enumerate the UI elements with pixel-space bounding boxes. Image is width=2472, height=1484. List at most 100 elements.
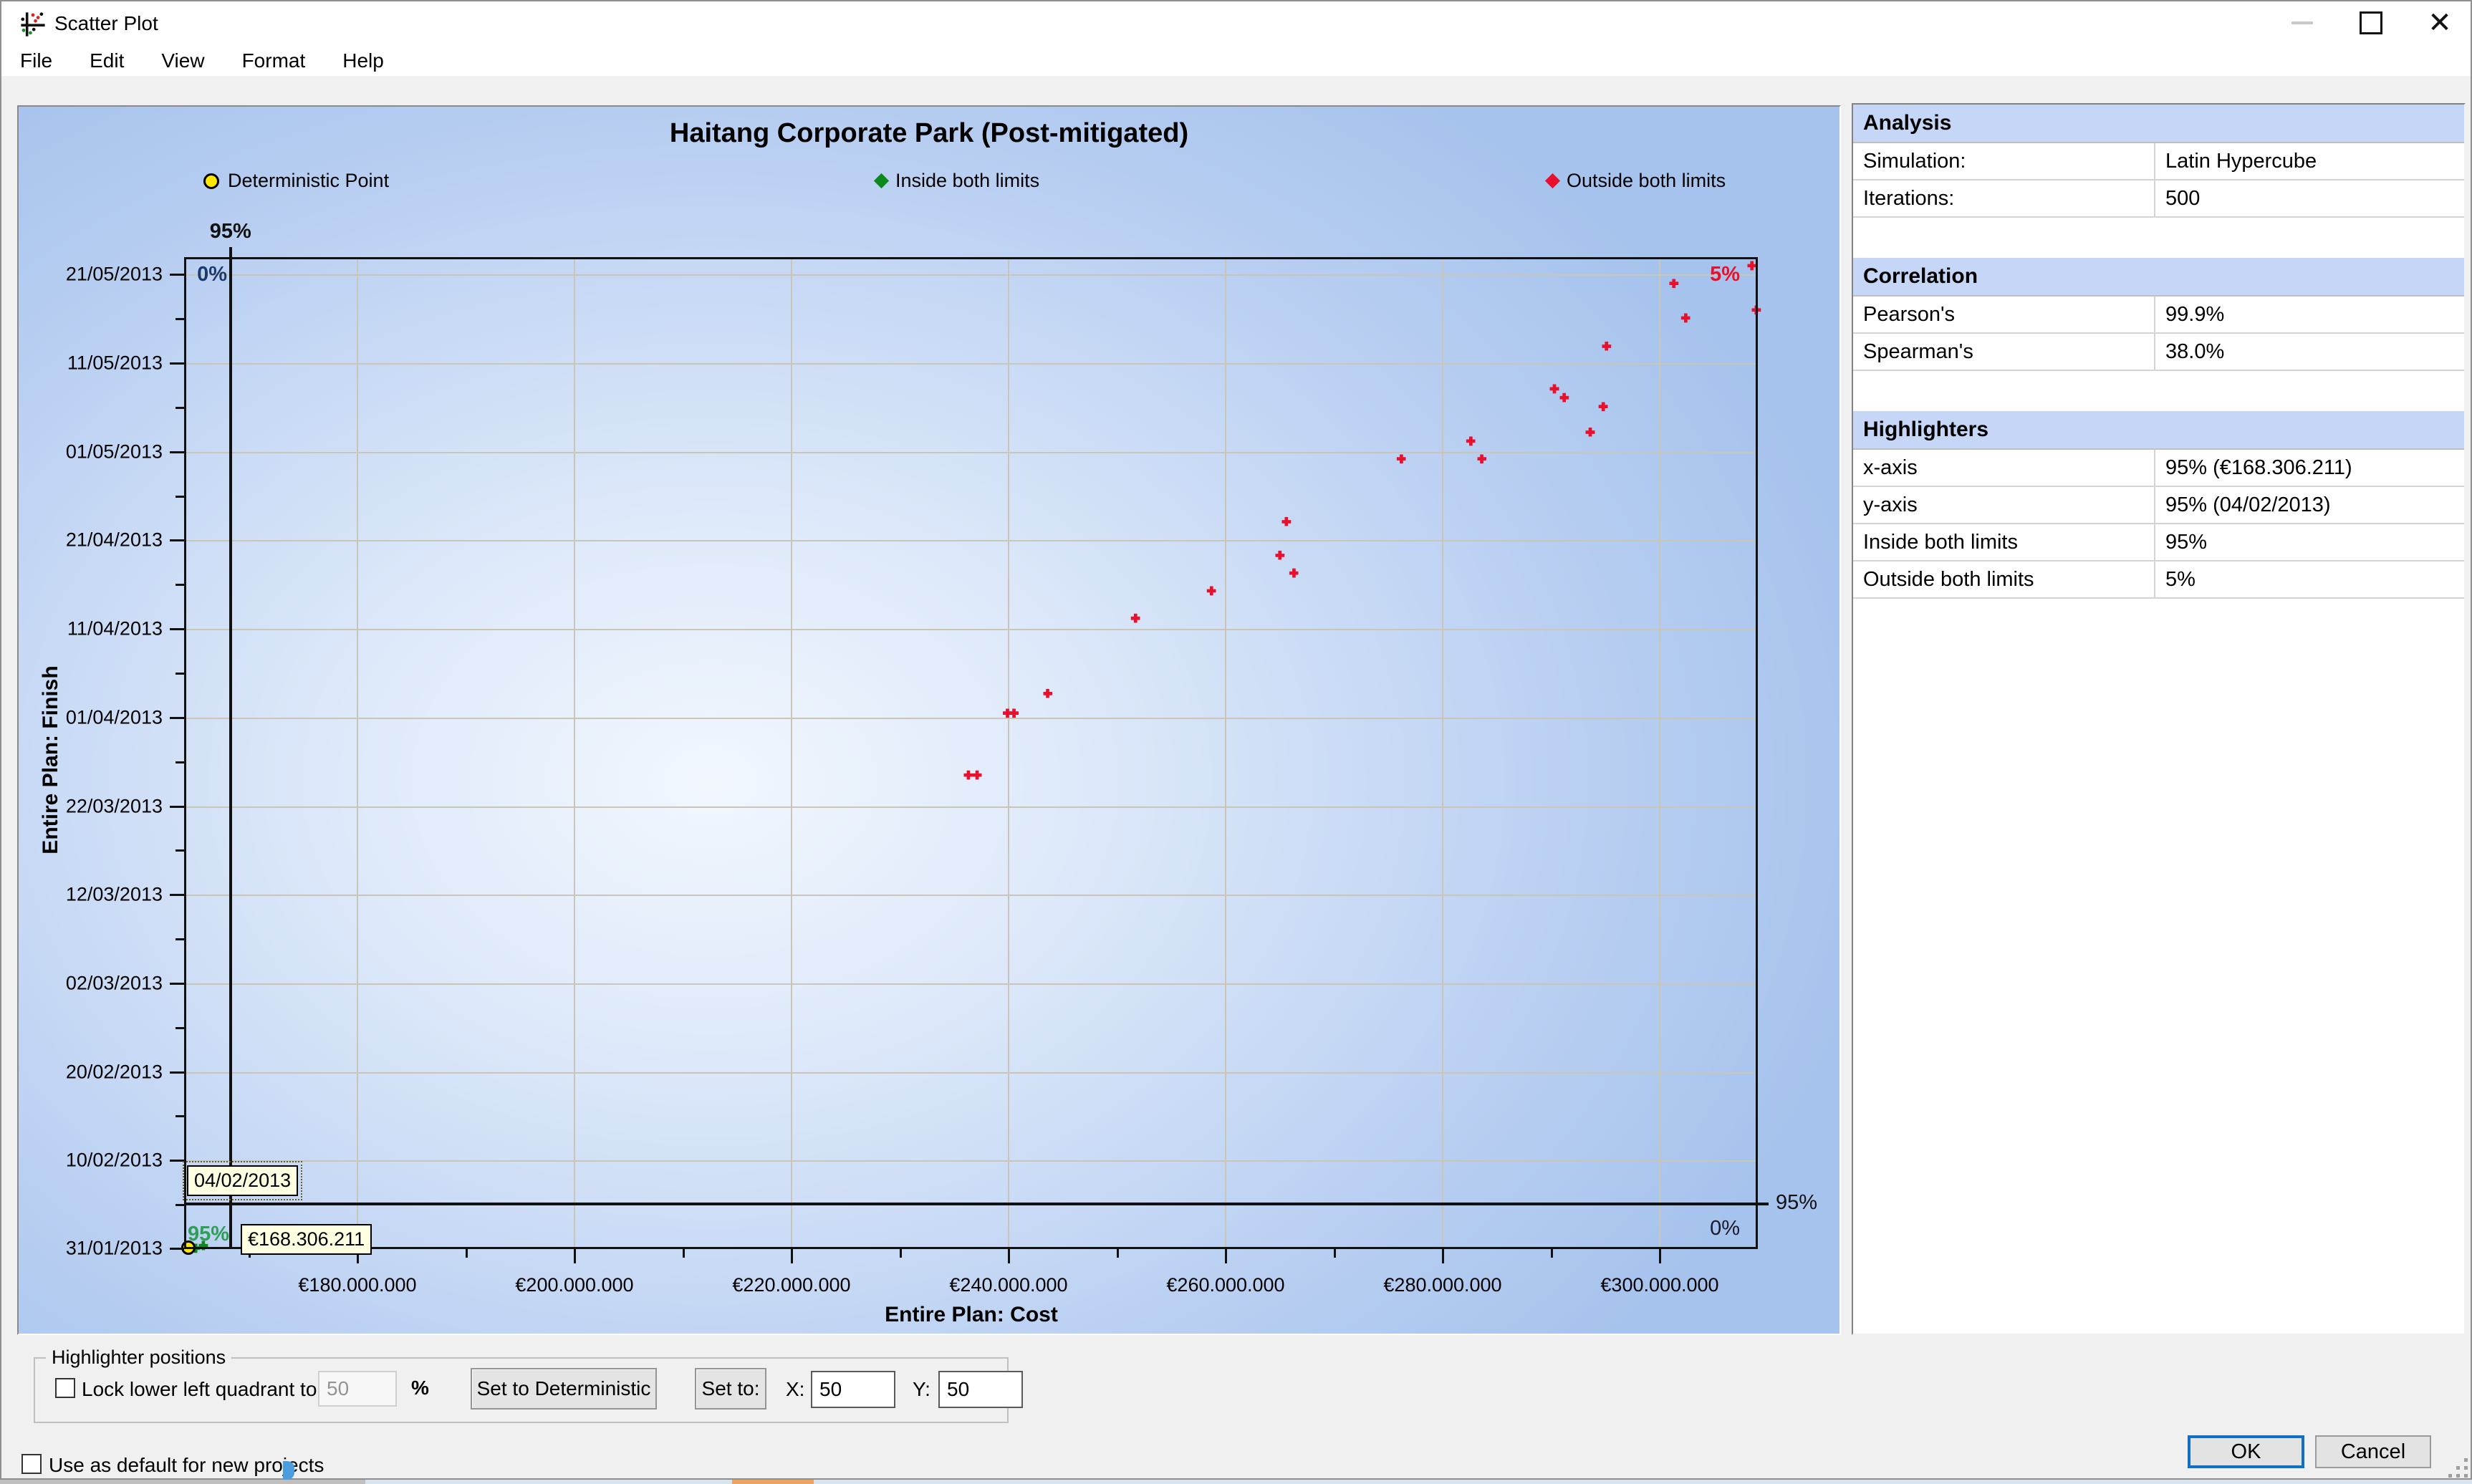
y-tick-label: 11/05/2013 [41, 352, 163, 375]
y-minor-tick [175, 584, 184, 586]
menu-item-file[interactable]: File [1, 46, 71, 76]
title-bar: Scatter Plot ✕ [1, 1, 2471, 46]
panel-section-gap [1853, 218, 2464, 258]
panel-row-value: 99.9% [2154, 297, 2464, 332]
quadrant-label-top-left: 0% [184, 263, 227, 286]
groupbox-label: Highlighter positions [46, 1346, 231, 1369]
y-tick-label: 21/05/2013 [41, 264, 163, 286]
y-major-tick [170, 717, 184, 719]
cancel-button[interactable]: Cancel [2315, 1435, 2431, 1468]
stats-panel: AnalysisSimulation:Latin HypercubeIterat… [1852, 103, 2466, 1335]
set-to-deterministic-button[interactable]: Set to Deterministic [471, 1368, 657, 1410]
panel-row-value: 38.0% [2154, 334, 2464, 370]
x-minor-tick [466, 1249, 468, 1258]
panel-row: y-axis95% (04/02/2013) [1853, 487, 2464, 524]
taskbar-icon-fragment [283, 1461, 294, 1480]
close-icon: ✕ [2428, 9, 2452, 37]
close-button[interactable]: ✕ [2409, 1, 2471, 44]
x-tick-label: €300.000.000 [1600, 1274, 1718, 1296]
x-axis-title: Entire Plan: Cost [885, 1303, 1058, 1327]
panel-row-label: Spearman's [1853, 334, 2154, 370]
y-major-tick [170, 628, 184, 630]
x-tick-label: €180.000.000 [298, 1274, 416, 1296]
panel-row-value: 95% [2154, 524, 2464, 560]
inside-both-limits-marker-icon [874, 173, 889, 188]
y-tick-label: 20/02/2013 [41, 1061, 163, 1083]
y-major-tick [170, 451, 184, 453]
menu-item-format[interactable]: Format [223, 46, 324, 76]
y-minor-tick [175, 1027, 184, 1029]
minimize-button[interactable] [2271, 1, 2333, 44]
y-minor-tick [175, 407, 184, 409]
lock-quadrant-checkbox[interactable] [55, 1378, 75, 1398]
x-highlighter-top-label: 95% [195, 220, 266, 244]
x-minor-tick [1551, 1249, 1553, 1258]
y-major-tick [170, 1071, 184, 1074]
lock-value-input[interactable]: 50 [318, 1371, 397, 1407]
menu-item-help[interactable]: Help [324, 46, 403, 76]
app-icon [19, 11, 47, 38]
plot-area[interactable]: €180.000.000€200.000.000€220.000.000€240… [184, 257, 1758, 1249]
y-minor-tick [175, 1115, 184, 1117]
panel-section-header: Highlighters [1853, 411, 2464, 450]
window-title: Scatter Plot [54, 12, 158, 35]
x-tick-label: €260.000.000 [1166, 1274, 1284, 1296]
x-minor-tick [1117, 1249, 1119, 1258]
percent-label: % [411, 1377, 429, 1399]
panel-row-value: 95% (€168.306.211) [2154, 450, 2464, 486]
panel-section-gap [1853, 599, 2464, 639]
y-major-tick [170, 1248, 184, 1250]
y-major-tick [170, 274, 184, 276]
y-major-tick [170, 1160, 184, 1162]
minimize-icon [2291, 21, 2313, 24]
y-major-tick [170, 894, 184, 896]
x-minor-tick [1334, 1249, 1336, 1258]
legend-item: Deterministic Point [203, 170, 389, 192]
chart-panel: Haitang Corporate Park (Post-mitigated) … [17, 105, 1841, 1335]
y-axis-title: Entire Plan: Finish [39, 652, 63, 867]
desktop-strip-segment [814, 1480, 2472, 1484]
y-major-tick [170, 983, 184, 985]
x-major-tick [1659, 1249, 1661, 1263]
menu-bar: FileEditViewFormatHelp [1, 46, 2471, 76]
y-tick-label: 12/03/2013 [41, 884, 163, 906]
x-input-label: X: [786, 1378, 804, 1401]
y-minor-tick [175, 761, 184, 763]
scatter-plot-window: Scatter Plot ✕ FileEditViewFormatHelp Ha… [0, 0, 2472, 1480]
x-major-tick [1008, 1249, 1010, 1263]
ok-button[interactable]: OK [2188, 1435, 2304, 1468]
y-minor-tick [175, 318, 184, 320]
x-tick-label: €280.000.000 [1383, 1274, 1501, 1296]
x-value-input[interactable]: 50 [811, 1371, 895, 1408]
menu-item-edit[interactable]: Edit [71, 46, 143, 76]
y-tick-label: 31/01/2013 [41, 1238, 163, 1260]
desktop-strip-segment [365, 1480, 732, 1484]
y-tick-label: 01/05/2013 [41, 440, 163, 463]
maximize-icon [2360, 11, 2382, 34]
panel-row-value: Latin Hypercube [2154, 143, 2464, 179]
menu-item-view[interactable]: View [143, 46, 223, 76]
y-highlighter-right-label: 95% [1776, 1191, 1817, 1215]
legend-label: Outside both limits [1567, 170, 1726, 192]
y-minor-tick [175, 673, 184, 675]
y-tick-label: 10/02/2013 [41, 1150, 163, 1172]
panel-row: x-axis95% (€168.306.211) [1853, 450, 2464, 487]
x-tick-label: €220.000.000 [732, 1274, 850, 1296]
desktop-strip-segment [0, 1480, 365, 1484]
use-default-checkbox[interactable] [21, 1454, 42, 1474]
deterministic-point-marker-icon [203, 173, 219, 189]
y-minor-tick [175, 496, 184, 498]
set-to-button[interactable]: Set to: [695, 1368, 766, 1410]
panel-row-label: Inside both limits [1853, 524, 2154, 560]
maximize-button[interactable] [2340, 1, 2402, 44]
plot-border [184, 257, 1758, 1249]
legend-label: Deterministic Point [228, 170, 389, 192]
inside-limits-percent-label: 95% [188, 1223, 229, 1246]
resize-grip[interactable] [2443, 1458, 2471, 1478]
y-value-input[interactable]: 50 [938, 1371, 1023, 1408]
panel-row: Simulation:Latin Hypercube [1853, 143, 2464, 180]
y-minor-tick [175, 938, 184, 940]
lock-quadrant-label: Lock lower left quadrant to: [82, 1378, 322, 1401]
x-minor-tick [900, 1249, 902, 1258]
quadrant-label-bottom-right: 0% [1668, 1217, 1740, 1240]
